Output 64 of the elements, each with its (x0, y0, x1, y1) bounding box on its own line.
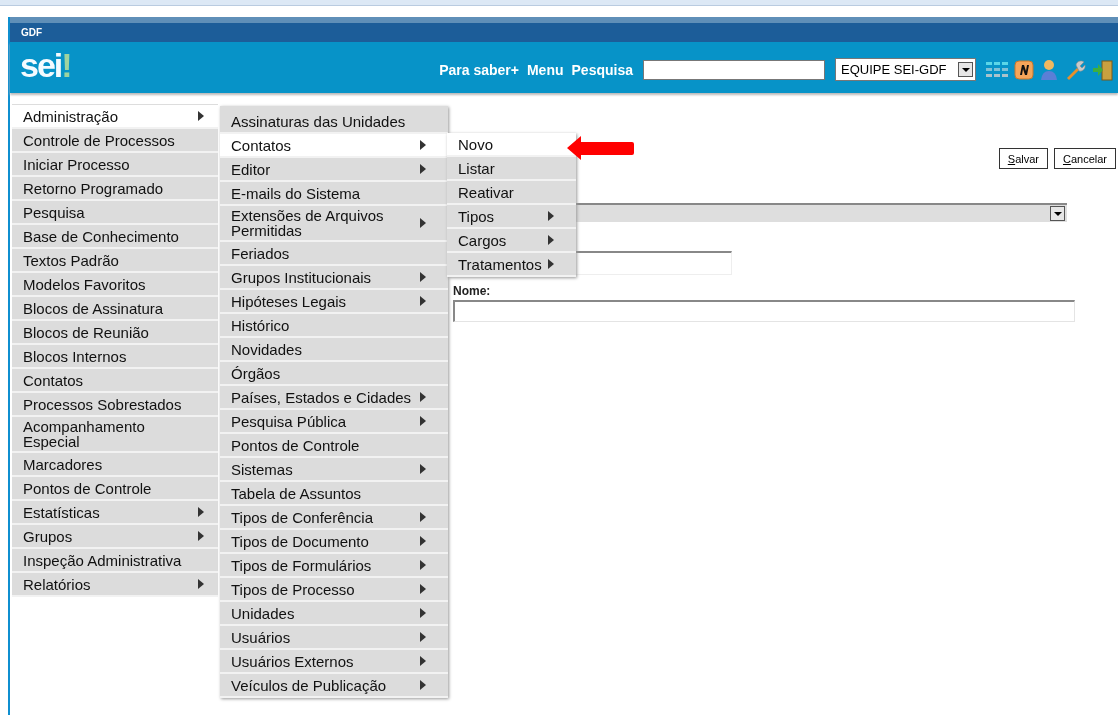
menu-item[interactable]: Listar (447, 157, 576, 181)
menu-item[interactable]: Acompanhamento Especial (12, 417, 218, 453)
menu-item[interactable]: Reativar (447, 181, 576, 205)
user-icon[interactable] (1040, 58, 1058, 81)
menu-item[interactable]: Blocos de Reunião (12, 321, 218, 345)
menu-item[interactable]: Assinaturas das Unidades (220, 106, 448, 134)
menu-item[interactable]: Tipos de Processo (220, 578, 448, 602)
exit-icon[interactable] (1092, 58, 1114, 81)
n-badge-icon[interactable] (1014, 59, 1034, 80)
menu-item[interactable]: Tipos de Formulários (220, 554, 448, 578)
menu-item[interactable]: Cargos (447, 229, 576, 253)
sei-logo: sei! (20, 46, 71, 85)
menu-item[interactable]: Editor (220, 158, 448, 182)
menu-item[interactable]: Novidades (220, 338, 448, 362)
search-field[interactable] (643, 59, 825, 80)
menu-item[interactable]: Controle de Processos (12, 129, 218, 153)
menu-item[interactable]: Base de Conhecimento (12, 225, 218, 249)
menu-item[interactable]: Relatórios (12, 573, 218, 597)
menu-item[interactable]: Textos Padrão (12, 249, 218, 273)
menu-item[interactable]: Contatos (220, 134, 448, 158)
menu-item[interactable]: Veículos de Publicação (220, 674, 448, 698)
menu-item[interactable]: Iniciar Processo (12, 153, 218, 177)
menu-item[interactable]: Usuários Externos (220, 650, 448, 674)
menu-item[interactable]: Pesquisa (12, 201, 218, 225)
menu-item[interactable]: Pontos de Controle (12, 477, 218, 501)
menu-item[interactable]: Retorno Programado (12, 177, 218, 201)
menu-item[interactable]: Unidades (220, 602, 448, 626)
dropdown-icon (958, 62, 973, 77)
pointer-arrow-icon (566, 135, 636, 161)
org-name: GDF (21, 27, 43, 38)
menu-item[interactable]: Tipos de Conferência (220, 506, 448, 530)
field-label: Nome: (453, 284, 491, 298)
menu-item[interactable]: E-mails do Sistema (220, 182, 448, 206)
menu-item[interactable]: Tipos (447, 205, 576, 229)
menu-item[interactable]: Modelos Favoritos (12, 273, 218, 297)
menu-item[interactable]: Histórico (220, 314, 448, 338)
menu-item[interactable]: Novo (447, 133, 576, 157)
menu-item[interactable]: Sistemas (220, 458, 448, 482)
form-button[interactable]: Cancelar (1053, 148, 1116, 169)
menu-item[interactable]: Grupos Institucionais (220, 266, 448, 290)
unit-select[interactable]: EQUIPE SEI-GDF (835, 58, 976, 81)
menu-item[interactable]: Pontos de Controle (220, 434, 448, 458)
menu-item[interactable]: Órgãos (220, 362, 448, 386)
menu-item[interactable]: Blocos Internos (12, 345, 218, 369)
menu-item[interactable]: Hipóteses Legais (220, 290, 448, 314)
menu-item[interactable]: Países, Estados e Cidades (220, 386, 448, 410)
form-button[interactable]: Salvar (998, 148, 1048, 169)
menu-item[interactable]: Pesquisa Pública (220, 410, 448, 434)
menu-item[interactable]: Usuários (220, 626, 448, 650)
menu-item[interactable]: Tipos de Documento (220, 530, 448, 554)
menu-item[interactable]: Grupos (12, 525, 218, 549)
menu-item[interactable]: Tratamentos (447, 253, 576, 277)
list-icon[interactable] (986, 59, 1008, 80)
menu-item[interactable]: Marcadores (12, 453, 218, 477)
menu-item[interactable]: Estatísticas (12, 501, 218, 525)
menu-item[interactable]: Feriados (220, 242, 448, 266)
menu-item[interactable]: Contatos (12, 369, 218, 393)
menu-item[interactable]: Blocos de Assinatura (12, 297, 218, 321)
name-field[interactable] (453, 300, 1075, 322)
dropdown-icon (1050, 206, 1065, 221)
menu-item[interactable]: Inspeção Administrativa (12, 549, 218, 573)
menu-item[interactable]: Tabela de Assuntos (220, 482, 448, 506)
menu-item[interactable]: Extensões de Arquivos Permitidas (220, 206, 448, 242)
menu-item[interactable]: Processos Sobrestados (12, 393, 218, 417)
